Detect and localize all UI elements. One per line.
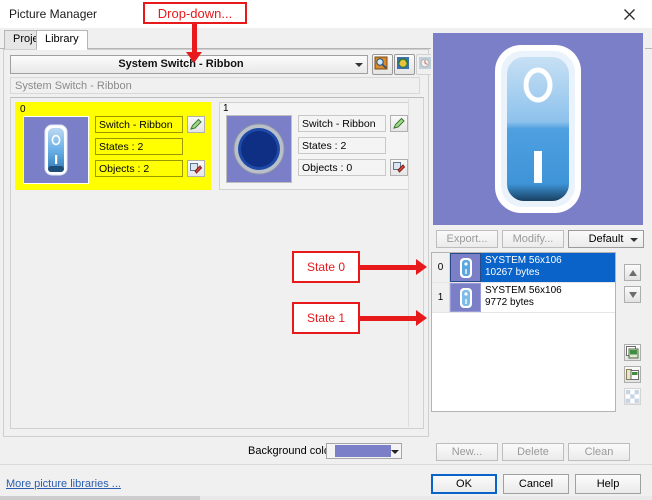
modify-button[interactable]: Modify... bbox=[502, 230, 564, 248]
title-bar: Picture Manager bbox=[0, 0, 652, 28]
objects-icon[interactable] bbox=[390, 159, 408, 176]
switch-ribbon-thumb bbox=[23, 116, 89, 184]
divider bbox=[0, 464, 652, 465]
annotation-state0-arrowhead bbox=[416, 259, 427, 275]
state-row-info: SYSTEM 56x106 10267 bytes bbox=[481, 253, 615, 282]
tab-library[interactable]: Library bbox=[36, 30, 88, 50]
picture-manager-window: Picture Manager Project Library System S… bbox=[0, 0, 652, 500]
library-card-states: States : 2 bbox=[95, 138, 183, 155]
more-picture-libraries-link[interactable]: More picture libraries ... bbox=[6, 478, 121, 490]
default-dropdown-button[interactable]: Default bbox=[568, 230, 644, 248]
chevron-down-icon bbox=[630, 238, 638, 242]
library-card-0[interactable]: 0 Switch - Ribbon States: 2 Objects: 2 bbox=[15, 102, 211, 190]
window-scrollbar[interactable] bbox=[0, 496, 652, 500]
library-subtitle: System Switch - Ribbon bbox=[10, 77, 420, 94]
default-dropdown-label: Default bbox=[588, 233, 624, 245]
library-card-states-row: States : 2 bbox=[95, 138, 207, 155]
library-card-objects: Objects : 2 bbox=[95, 160, 183, 177]
annotation-dropdown: Drop-down... bbox=[143, 2, 247, 24]
state-list-row[interactable]: 0 SYSTEM 56x106 10267 bytes bbox=[432, 253, 615, 283]
annotation-dropdown-line bbox=[192, 24, 197, 54]
refresh-library-icon[interactable] bbox=[394, 54, 415, 75]
state-row-title: SYSTEM 56x106 bbox=[485, 255, 562, 266]
library-card-fields: Switch - Ribbon States : 2 Objects : 0 bbox=[298, 115, 410, 181]
state-row-info: SYSTEM 56x106 9772 bytes bbox=[481, 283, 615, 312]
annotation-state1-line bbox=[360, 316, 418, 321]
system-switch-ribbon-preview bbox=[431, 31, 645, 227]
arrow-up-icon[interactable] bbox=[624, 264, 641, 281]
library-dropdown-value: System Switch - Ribbon bbox=[118, 58, 244, 70]
library-card-states: States : 2 bbox=[298, 137, 386, 154]
library-card-objects-row: Objects : 2 bbox=[95, 160, 207, 177]
search-preview-icon[interactable] bbox=[372, 54, 393, 75]
pencil-icon[interactable] bbox=[187, 116, 205, 133]
library-card-name[interactable]: Switch - Ribbon bbox=[95, 116, 183, 133]
library-card-name[interactable]: Switch - Ribbon bbox=[298, 115, 386, 132]
transparency-icon[interactable] bbox=[624, 388, 641, 405]
switch-state1-thumb bbox=[450, 283, 481, 312]
new-button[interactable]: New... bbox=[436, 443, 498, 461]
cancel-button[interactable]: Cancel bbox=[503, 474, 569, 494]
state-row-size: 10267 bytes bbox=[485, 267, 540, 278]
pencil-icon[interactable] bbox=[390, 115, 408, 132]
delete-button[interactable]: Delete bbox=[502, 443, 564, 461]
library-card-index: 1 bbox=[223, 103, 229, 114]
library-card-objects-row: Objects : 0 bbox=[298, 159, 410, 176]
library-card-states-row: States : 2 bbox=[298, 137, 410, 154]
ok-button[interactable]: OK bbox=[431, 474, 497, 494]
objects-icon[interactable] bbox=[187, 160, 205, 177]
state-list[interactable]: 0 SYSTEM 56x106 10267 bytes 1 SYSTEM 56x… bbox=[431, 252, 616, 412]
library-card-name-row: Switch - Ribbon bbox=[298, 115, 410, 132]
library-gallery: 0 Switch - Ribbon States: 2 Objects: 2… bbox=[10, 97, 424, 429]
arrow-down-icon[interactable] bbox=[624, 286, 641, 303]
state-row-index: 1 bbox=[432, 283, 450, 312]
window-title: Picture Manager bbox=[9, 7, 98, 21]
state-list-row[interactable]: 1 SYSTEM 56x106 9772 bytes bbox=[432, 283, 615, 313]
library-pane: System Switch - Ribbon System Switch - R… bbox=[3, 49, 437, 437]
clean-button[interactable]: Clean bbox=[568, 443, 630, 461]
library-card-1[interactable]: 1 Switch - Ribbon States: 2 Objects: 0 bbox=[219, 102, 415, 190]
library-card-index: 0 bbox=[20, 104, 26, 115]
copy-image-icon[interactable] bbox=[624, 344, 641, 361]
chevron-down-icon bbox=[355, 63, 363, 67]
background-color-picker[interactable] bbox=[326, 443, 402, 459]
export-button[interactable]: Export... bbox=[436, 230, 498, 248]
state-row-title: SYSTEM 56x106 bbox=[485, 285, 562, 296]
library-card-fields: Switch - Ribbon States : 2 Objects : 2 bbox=[95, 116, 207, 182]
library-card-objects: Objects : 0 bbox=[298, 159, 386, 176]
library-card-name-row: Switch - Ribbon bbox=[95, 116, 207, 133]
annotation-state1: State 1 bbox=[292, 302, 360, 334]
annotation-state1-arrowhead bbox=[416, 310, 427, 326]
background-color-swatch bbox=[335, 445, 391, 457]
state-row-size: 9772 bytes bbox=[485, 297, 534, 308]
round-button-thumb bbox=[226, 115, 292, 183]
switch-state0-thumb bbox=[450, 253, 481, 282]
state-row-index: 0 bbox=[432, 253, 450, 282]
help-button[interactable]: Help bbox=[575, 474, 641, 494]
chevron-down-icon bbox=[391, 450, 399, 454]
annotation-dropdown-arrowhead bbox=[186, 52, 202, 63]
annotation-state0: State 0 bbox=[292, 251, 360, 283]
paste-image-icon[interactable] bbox=[624, 366, 641, 383]
close-icon[interactable] bbox=[606, 0, 652, 28]
annotation-state0-line bbox=[360, 265, 418, 270]
